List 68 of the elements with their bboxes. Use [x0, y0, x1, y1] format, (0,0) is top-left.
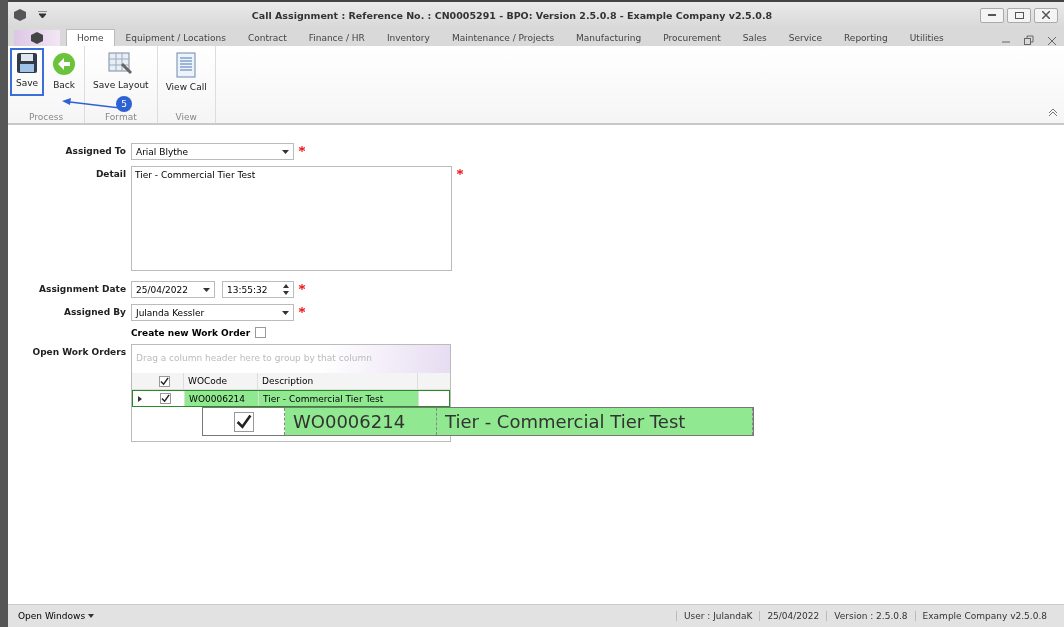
- group-label: Format: [104, 111, 138, 123]
- dropdown-caret-icon[interactable]: [203, 287, 210, 292]
- column-header[interactable]: Description: [258, 373, 418, 389]
- table-cell: WO0006214: [185, 391, 259, 406]
- close-button[interactable]: [1034, 7, 1058, 23]
- close-icon[interactable]: [1048, 34, 1056, 46]
- ribbon-button[interactable]: Save: [10, 48, 45, 96]
- ribbon-button[interactable]: View Call: [159, 48, 213, 96]
- minimize-button[interactable]: [980, 7, 1004, 23]
- ribbon-tab[interactable]: Equipment / Locations: [114, 29, 237, 46]
- row-checkbox[interactable]: [160, 393, 171, 404]
- detail-textarea[interactable]: Tier - Commercial Tier Test: [131, 166, 452, 271]
- row-indicator-icon: [138, 395, 142, 402]
- ribbon-tab[interactable]: Manufacturing: [565, 29, 653, 46]
- restore-icon[interactable]: [1024, 34, 1034, 46]
- status-item: Example Company v2.5.0.8: [914, 611, 1054, 621]
- ribbon-tab[interactable]: Inventory: [375, 29, 441, 46]
- document-icon: [176, 52, 197, 78]
- select-all-checkbox[interactable]: [159, 375, 170, 387]
- time-spinner[interactable]: 13:55:32: [222, 281, 294, 298]
- ribbon-tab[interactable]: Maintenance / Projects: [440, 29, 566, 46]
- magnified-cell: WO0006214: [285, 408, 437, 435]
- field-label: Assignment Date: [38, 283, 126, 294]
- status-item: Version : 2.5.0.8: [826, 611, 915, 621]
- open-windows-menu[interactable]: Open Windows: [18, 611, 86, 621]
- field-label: Open Work Orders: [31, 346, 126, 357]
- date-picker[interactable]: 25/04/2022: [131, 281, 215, 298]
- application-menu-button[interactable]: [14, 30, 60, 46]
- ribbon-tab[interactable]: Contract: [236, 29, 298, 46]
- dropdown-caret-icon[interactable]: [88, 614, 95, 618]
- maximize-icon: [1014, 11, 1024, 19]
- grid-row[interactable]: WO0006214 Tier - Commercial Tier Test: [132, 390, 450, 407]
- collapse-ribbon-icon[interactable]: [1048, 109, 1058, 117]
- step-badge: 5: [116, 96, 132, 112]
- minimize-icon: [988, 14, 996, 16]
- field-label: Assigned By: [62, 306, 126, 317]
- field-label: Assigned To: [64, 145, 126, 156]
- ribbon-tab[interactable]: Utilities: [898, 29, 955, 46]
- column-header[interactable]: WOCode: [184, 373, 258, 389]
- ribbon-tab[interactable]: Sales: [731, 29, 778, 46]
- ribbon-tab[interactable]: Service: [777, 29, 833, 46]
- close-icon: [1042, 11, 1050, 19]
- ribbon-tab[interactable]: Procurement: [652, 29, 732, 46]
- magnified-cell: Tier - Commercial Tier Test: [437, 408, 753, 435]
- ribbon-tab[interactable]: Reporting: [833, 29, 899, 46]
- dropdown-caret-icon[interactable]: [282, 310, 289, 315]
- table-cell: Tier - Commercial Tier Test: [259, 391, 419, 406]
- maximize-button[interactable]: [1007, 7, 1031, 23]
- group-label: Process: [27, 111, 65, 123]
- table-wrench-icon: [107, 52, 134, 76]
- field-label: Detail: [94, 168, 126, 179]
- window-title: Call Assignment : Reference No. : CN0005291 - BPO: Version 2.5.0.8 - Example Company v2.5.0.8: [250, 9, 774, 21]
- group-label: View: [174, 111, 198, 123]
- dropdown-caret-icon[interactable]: [282, 149, 289, 154]
- status-item: 25/04/2022: [759, 611, 827, 621]
- assigned-to-dropdown[interactable]: Arial Blythe: [131, 143, 294, 160]
- checkbox-label: Create new Work Order: [131, 327, 251, 338]
- spinner-arrows-icon[interactable]: [283, 284, 289, 295]
- ribbon-button[interactable]: Back: [46, 48, 83, 96]
- ribbon-button[interactable]: Save Layout: [87, 48, 155, 96]
- ribbon-tab[interactable]: Finance / HR: [297, 29, 376, 46]
- ribbon-tab[interactable]: Home: [66, 29, 115, 46]
- status-item: User : JulandaK: [675, 611, 760, 621]
- create-work-order-checkbox[interactable]: [255, 327, 267, 338]
- app-logo-icon: [31, 32, 43, 44]
- app-logo-icon: [14, 9, 26, 21]
- assigned-by-dropdown[interactable]: Julanda Kessler: [131, 304, 294, 321]
- quick-access-caret-icon[interactable]: [38, 11, 47, 19]
